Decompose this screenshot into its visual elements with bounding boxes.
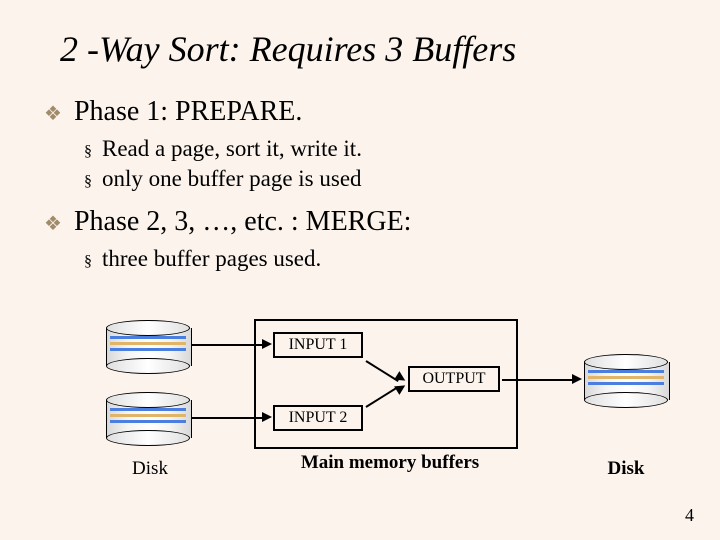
phase1-item-text: only one buffer page is used: [102, 166, 362, 192]
arrow-head-icon: [572, 374, 582, 384]
bullet-list: ❖ Phase 1: PREPARE. § Read a page, sort …: [44, 96, 664, 276]
square-bullet-icon: §: [84, 253, 92, 271]
slide: 2 -Way Sort: Requires 3 Buffers ❖ Phase …: [0, 0, 720, 540]
diamond-bullet-icon: ❖: [44, 211, 62, 236]
arrow-icon: [192, 344, 262, 346]
phase1-item-text: Read a page, sort it, write it.: [102, 136, 362, 162]
arrow-icon: [192, 417, 262, 419]
diagram: INPUT 1 OUTPUT INPUT 2 Disk Main memory …: [0, 316, 720, 516]
arrow-icon: [502, 379, 572, 381]
phase2-heading-text: Phase 2, 3, …, etc. : MERGE:: [74, 206, 412, 238]
disk-right-label: Disk: [596, 458, 656, 480]
square-bullet-icon: §: [84, 143, 92, 161]
phase1-heading-text: Phase 1: PREPARE.: [74, 96, 302, 128]
phase2-heading: ❖ Phase 2, 3, …, etc. : MERGE:: [44, 206, 664, 238]
disk-cylinder-icon: [106, 392, 190, 446]
phase2-item-text: three buffer pages used.: [102, 246, 321, 272]
main-memory-label: Main memory buffers: [280, 452, 500, 474]
disk-left-label: Disk: [120, 458, 180, 480]
diamond-bullet-icon: ❖: [44, 101, 62, 126]
phase1-item: § only one buffer page is used: [84, 166, 664, 192]
input1-buffer: INPUT 1: [273, 332, 363, 358]
disk-cylinder-icon: [106, 320, 190, 374]
page-number: 4: [685, 505, 694, 526]
phase2-item: § three buffer pages used.: [84, 246, 664, 272]
arrow-head-icon: [262, 412, 272, 422]
output-buffer: OUTPUT: [408, 366, 500, 392]
phase1-heading: ❖ Phase 1: PREPARE.: [44, 96, 664, 128]
arrow-head-icon: [262, 339, 272, 349]
disk-cylinder-icon: [584, 354, 668, 408]
slide-title: 2 -Way Sort: Requires 3 Buffers: [60, 28, 516, 70]
square-bullet-icon: §: [84, 173, 92, 191]
input2-buffer: INPUT 2: [273, 405, 363, 431]
phase1-item: § Read a page, sort it, write it.: [84, 136, 664, 162]
